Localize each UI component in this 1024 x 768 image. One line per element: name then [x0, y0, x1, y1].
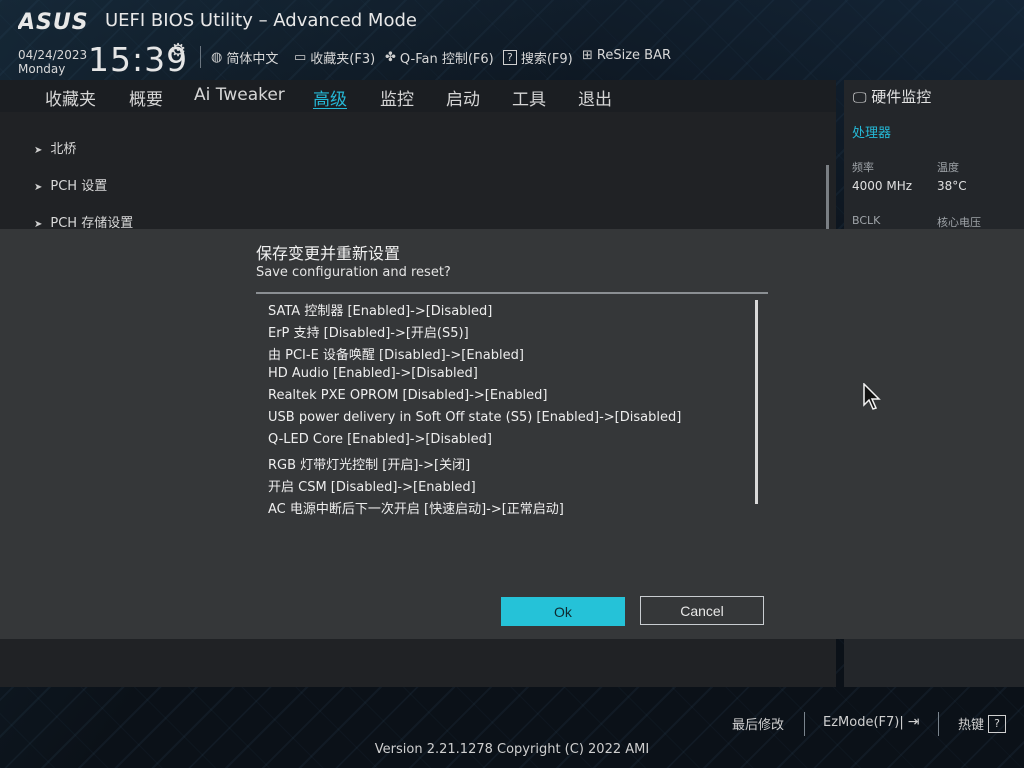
qfan-button[interactable]: ✤ Q-Fan 控制(F6) — [385, 48, 494, 67]
tab-exit[interactable]: 退出 — [578, 85, 612, 110]
content-scrollbar[interactable] — [826, 165, 829, 229]
menu-item-northbridge[interactable]: ➤ 北桥 — [34, 138, 76, 157]
menu-item-pch-settings[interactable]: ➤ PCH 设置 — [34, 175, 107, 194]
tab-tools[interactable]: 工具 — [512, 85, 546, 110]
mouse-cursor-icon — [863, 383, 881, 410]
favorites-label: 收藏夹(F3) — [310, 52, 376, 67]
search-label: 搜索(F9) — [520, 52, 573, 67]
ezmode-button[interactable]: EzMode(F7)| ⇥ — [823, 714, 919, 730]
search-button[interactable]: ? 搜索(F9) — [503, 48, 573, 67]
chevron-right-icon: ➤ — [34, 145, 43, 156]
version-text: Version 2.21.1278 Copyright (C) 2022 AMI — [374, 742, 650, 757]
exit-arrow-icon: ⇥ — [907, 714, 920, 730]
gear-icon[interactable]: ⚙ — [170, 40, 186, 61]
main-nav — [0, 80, 836, 112]
ok-button[interactable]: Ok — [501, 597, 625, 626]
resize-bar-button[interactable]: ⊞ ReSize BAR — [582, 48, 671, 63]
temp-value: 38°C — [937, 179, 967, 193]
divider — [804, 712, 805, 736]
dialog-subtitle: Save configuration and reset? — [256, 265, 451, 280]
date-text: 04/24/2023 — [18, 48, 88, 62]
tab-boot[interactable]: 启动 — [446, 85, 480, 110]
chevron-right-icon: ➤ — [34, 182, 43, 193]
favorites-button[interactable]: ▭ 收藏夹(F3) — [294, 48, 375, 67]
change-item: HD Audio [Enabled]->[Disabled] — [268, 366, 478, 381]
change-item: ErP 支持 [Disabled]->[开启(S5)] — [268, 326, 469, 341]
globe-icon: ◍ — [211, 50, 223, 65]
tab-monitor[interactable]: 监控 — [380, 85, 414, 110]
tab-ai-tweaker[interactable]: Ai Tweaker — [194, 85, 285, 105]
change-item: RGB 灯带灯光控制 [开启]->[关闭] — [268, 458, 471, 473]
app-title: UEFI BIOS Utility – Advanced Mode — [105, 10, 417, 31]
weekday-text: Monday — [18, 62, 66, 76]
change-item: 开启 CSM [Disabled]->[Enabled] — [268, 480, 476, 495]
save-dialog — [0, 229, 1024, 639]
change-item: Q-LED Core [Enabled]->[Disabled] — [268, 432, 492, 447]
language-label: 简体中文 — [226, 52, 279, 67]
change-item: USB power delivery in Soft Off state (S5… — [268, 410, 682, 425]
freq-value: 4000 MHz — [852, 179, 913, 193]
bookmark-icon: ▭ — [294, 50, 307, 65]
cancel-button[interactable]: Cancel — [640, 596, 764, 625]
fan-icon: ✤ — [385, 50, 396, 65]
tab-advanced[interactable]: 高级 — [313, 85, 347, 110]
tab-favorites[interactable]: 收藏夹 — [45, 85, 96, 110]
date-display: 04/24/2023 Monday — [18, 48, 87, 76]
bclk-label: BCLK — [852, 214, 881, 227]
hardware-monitor-title: 🖵 硬件监控 — [853, 88, 932, 106]
hw-category-cpu: 处理器 — [852, 126, 892, 141]
language-button[interactable]: ◍ 简体中文 — [211, 48, 278, 67]
change-item: Realtek PXE OPROM [Disabled]->[Enabled] — [268, 388, 548, 403]
change-item: SATA 控制器 [Enabled]->[Disabled] — [268, 304, 493, 319]
ezmode-label: EzMode(F7)| — [823, 714, 904, 730]
change-item: AC 电源中断后下一次开启 [快速启动]->[正常启动] — [268, 502, 564, 517]
help-search-icon: ? — [503, 50, 517, 65]
svg-text:ASUS: ASUS — [18, 10, 89, 34]
monitor-icon: 🖵 — [853, 90, 867, 106]
hotkeys-label: 热键 — [958, 718, 985, 733]
changes-scrollbar[interactable] — [755, 300, 758, 504]
core-voltage-label: 核心电压 — [937, 216, 981, 229]
resize-bar-label: ReSize BAR — [596, 48, 672, 63]
hotkeys-button[interactable]: 热键 ? — [958, 714, 1007, 733]
dialog-title: 保存变更并重新设置 — [256, 244, 401, 263]
divider — [200, 46, 201, 68]
divider — [938, 712, 939, 736]
asus-logo: ASUS — [18, 10, 89, 34]
tab-overview[interactable]: 概要 — [129, 85, 163, 110]
resize-bar-icon: ⊞ — [582, 48, 593, 63]
temp-label: 温度 — [937, 161, 959, 174]
last-modified-button[interactable]: 最后修改 — [732, 714, 784, 733]
qfan-label: Q-Fan 控制(F6) — [399, 52, 494, 67]
hotkey-help-icon: ? — [988, 714, 1007, 733]
change-item: 由 PCI-E 设备唤醒 [Disabled]->[Enabled] — [268, 348, 524, 363]
freq-label: 频率 — [852, 161, 874, 174]
dialog-divider — [256, 292, 768, 294]
